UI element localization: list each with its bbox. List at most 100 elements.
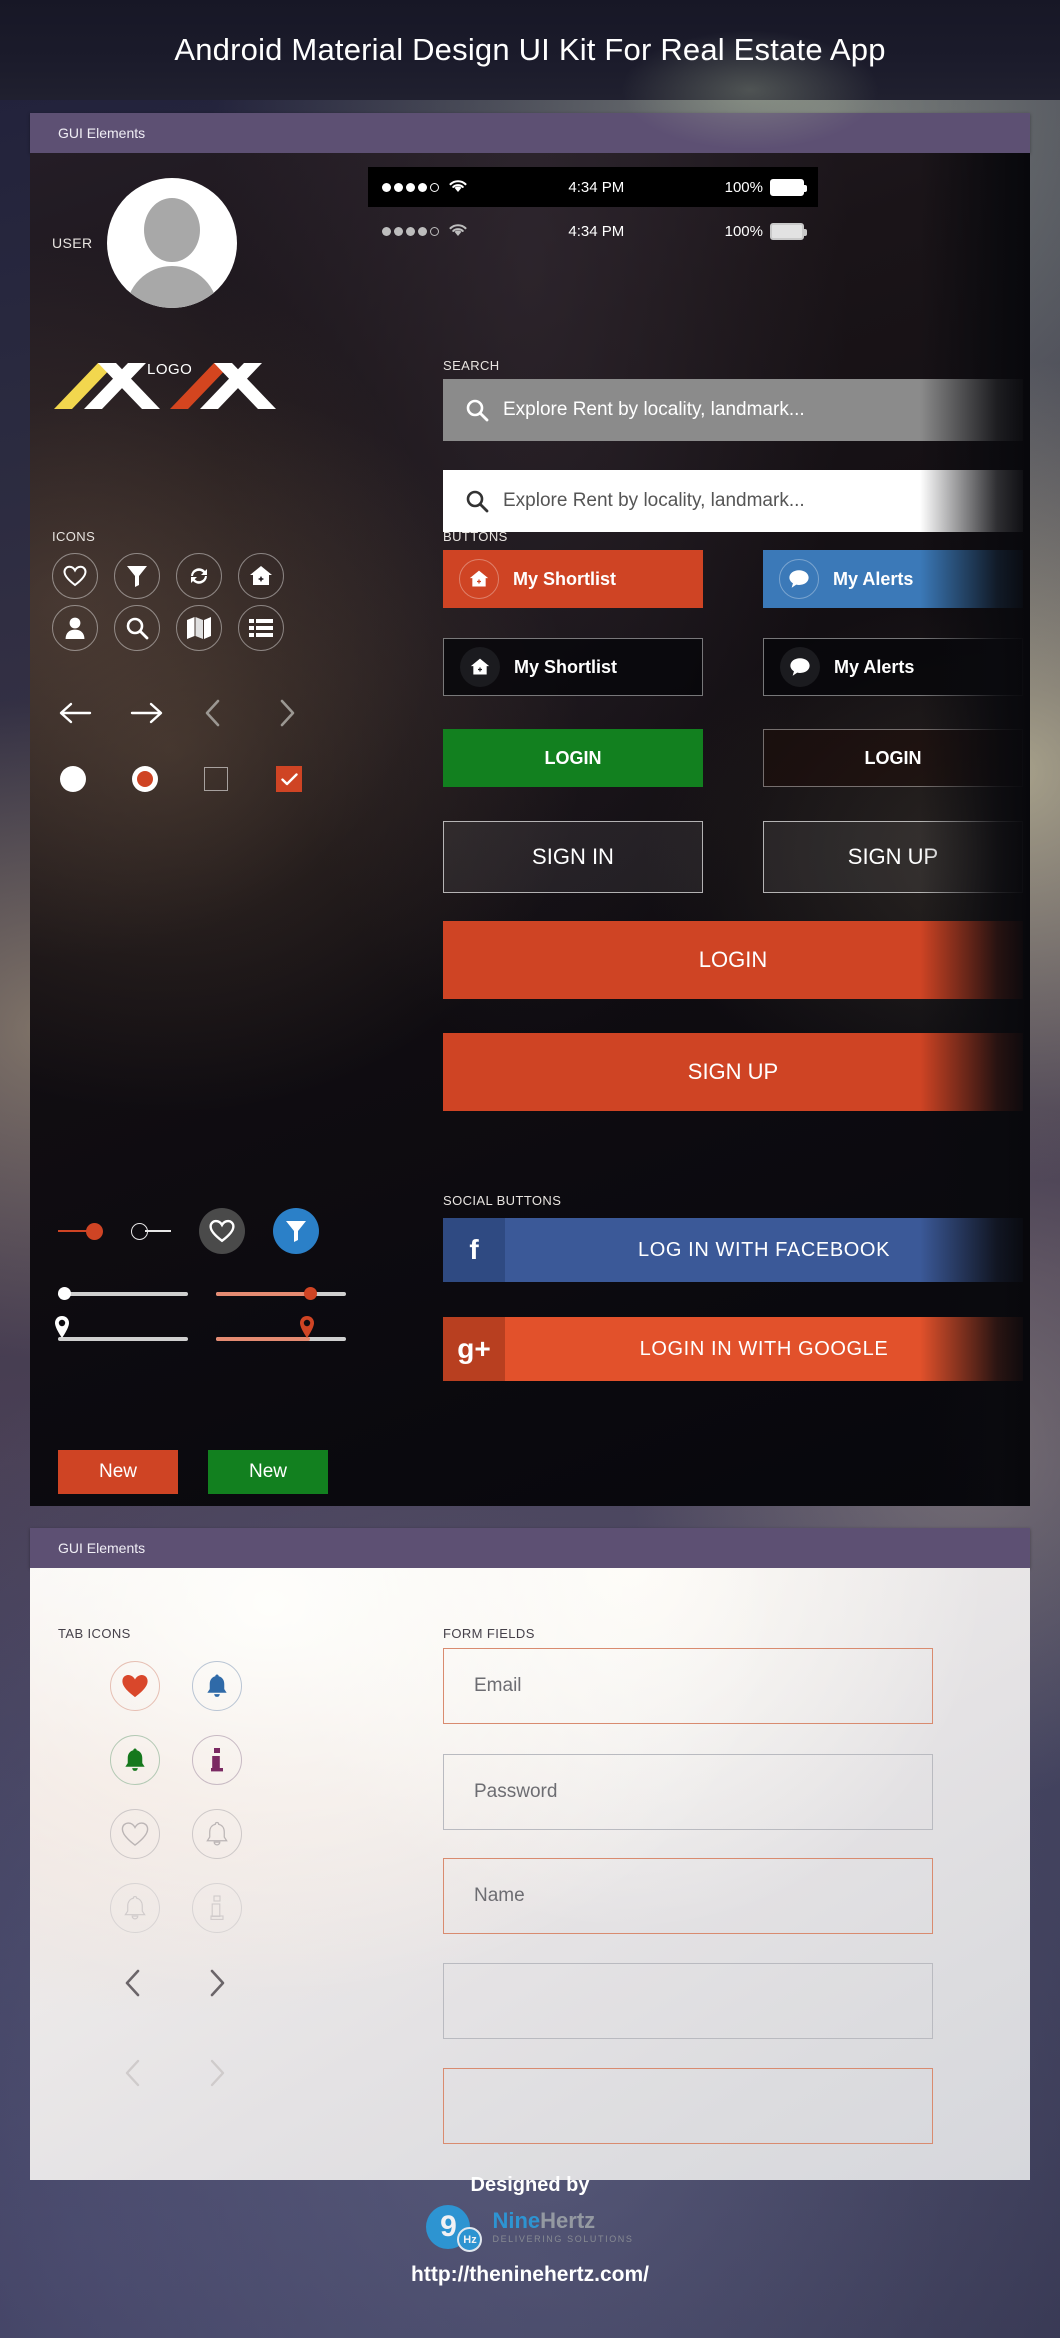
- search-input-grey[interactable]: Explore Rent by locality, landmark...: [443, 379, 1023, 441]
- facebook-icon: f: [443, 1218, 505, 1282]
- slider-white-pin[interactable]: [55, 1315, 188, 1343]
- search-icon[interactable]: [114, 605, 160, 651]
- email-field[interactable]: Email: [443, 1648, 933, 1724]
- sign-up-button-wide[interactable]: SIGN UP: [443, 1033, 1023, 1111]
- radio-unselected[interactable]: [60, 766, 132, 792]
- arrow-left-icon[interactable]: [58, 701, 130, 725]
- ninehertz-mark-text: 9: [440, 2210, 457, 2243]
- slider-orange-dot[interactable]: [216, 1283, 346, 1303]
- heart-fab-grey[interactable]: [199, 1208, 245, 1254]
- panel1-body: USER LOGO ICONS New New 4:34 PM 100% 4:3…: [30, 153, 1030, 1506]
- arrow-right-icon[interactable]: [130, 701, 202, 725]
- chevron-left-icon[interactable]: [202, 698, 274, 728]
- tab-icons-section-label: TAB ICONS: [58, 1626, 131, 1641]
- login-button-green[interactable]: LOGIN: [443, 729, 703, 787]
- my-shortlist-button-outline[interactable]: My Shortlist: [443, 638, 703, 696]
- battery-icon: [770, 178, 807, 196]
- search-section-label: SEARCH: [443, 358, 500, 373]
- refresh-icon[interactable]: [176, 553, 222, 599]
- heart-icon[interactable]: [52, 553, 98, 599]
- my-alerts-label: My Alerts: [833, 568, 914, 589]
- brand-hertz: Hertz: [540, 2208, 596, 2233]
- radio-selected[interactable]: [132, 766, 204, 792]
- avatar-body: [125, 266, 218, 308]
- search-input-white[interactable]: Explore Rent by locality, landmark...: [443, 470, 1023, 532]
- search-placeholder: Explore Rent by locality, landmark...: [503, 490, 805, 511]
- footer: Designed by 9 Hz NineHertz DELIVERING SO…: [0, 2152, 1060, 2338]
- brand-tagline: DELIVERING SOLUTIONS: [492, 2234, 634, 2244]
- bell-icon-blue[interactable]: [192, 1661, 242, 1711]
- my-alerts-button-filled[interactable]: My Alerts: [763, 550, 1023, 608]
- list-icon[interactable]: [238, 605, 284, 651]
- page-title: Android Material Design UI Kit For Real …: [174, 32, 886, 67]
- info-icon-purple[interactable]: [192, 1735, 242, 1785]
- bell-icon-outline[interactable]: [192, 1809, 242, 1859]
- search-icon: [466, 399, 489, 422]
- toggle-off[interactable]: [131, 1222, 171, 1240]
- gui-elements-panel-light: GUI Elements TAB ICONS FORM FIELDS Email…: [30, 1528, 1030, 2180]
- chevron-right-icon[interactable]: [204, 1968, 228, 1998]
- footer-url[interactable]: http://theninehertz.com/: [411, 2263, 649, 2287]
- bell-icon-faint[interactable]: [110, 1883, 160, 1933]
- avatar-head: [143, 198, 200, 262]
- toggle-on[interactable]: [58, 1222, 103, 1240]
- map-icon[interactable]: [176, 605, 222, 651]
- login-button-outline[interactable]: LOGIN: [763, 729, 1023, 787]
- pagination-row-faint: [122, 2058, 228, 2088]
- user-icon[interactable]: [52, 605, 98, 651]
- buttons-section-label: BUTTONS: [443, 529, 508, 544]
- filter-fab-blue[interactable]: [273, 1208, 319, 1254]
- designed-by-label: Designed by: [470, 2174, 590, 2196]
- empty-field-grey[interactable]: [443, 1963, 933, 2039]
- filter-icon[interactable]: [114, 553, 160, 599]
- google-login-button[interactable]: g+ LOGIN IN WITH GOOGLE: [443, 1317, 1023, 1381]
- toggles-row: [58, 1208, 319, 1254]
- heart-icon-red[interactable]: [110, 1661, 160, 1711]
- controls-row: [60, 766, 348, 792]
- slider-white-dot[interactable]: [58, 1283, 188, 1303]
- facebook-login-label: LOG IN WITH FACEBOOK: [637, 1238, 891, 1261]
- heart-icon-outline[interactable]: [110, 1809, 160, 1859]
- logo-label: LOGO: [147, 361, 193, 378]
- arrows-row: [58, 698, 346, 728]
- status-battery-percent: 100%: [724, 222, 763, 240]
- badge-new-orange[interactable]: New: [58, 1450, 178, 1494]
- login-button-wide[interactable]: LOGIN: [443, 921, 1023, 999]
- new-badges-row-1: New New: [58, 1450, 328, 1494]
- icons-row-2: [52, 605, 284, 651]
- add-home-icon[interactable]: [238, 553, 284, 599]
- checkbox-checked[interactable]: [276, 766, 348, 792]
- logo-chevrons-icon: [54, 363, 276, 409]
- chevron-left-icon-faint[interactable]: [122, 2058, 146, 2088]
- badge-new-green[interactable]: New: [208, 1450, 328, 1494]
- checkbox-unchecked[interactable]: [204, 767, 276, 791]
- brand-nine: Nine: [492, 2208, 541, 2233]
- user-block: USER: [52, 178, 237, 308]
- empty-field-orange[interactable]: [443, 2068, 933, 2144]
- info-icon-faint[interactable]: [192, 1883, 242, 1933]
- slider-orange-pin[interactable]: [216, 1315, 346, 1343]
- status-bar-transparent: 4:34 PM 100%: [368, 211, 818, 251]
- facebook-login-button[interactable]: f LOG IN WITH FACEBOOK: [443, 1218, 1023, 1282]
- chevron-right-icon-faint[interactable]: [204, 2058, 228, 2088]
- chat-bubble-icon: [780, 647, 820, 687]
- chevron-left-icon[interactable]: [122, 1968, 146, 1998]
- ninehertz-mark-icon: 9 Hz: [426, 2205, 483, 2252]
- sign-up-button[interactable]: SIGN UP: [763, 821, 1023, 893]
- bell-icon-green[interactable]: [110, 1735, 160, 1785]
- sign-in-button[interactable]: SIGN IN: [443, 821, 703, 893]
- my-alerts-label: My Alerts: [834, 656, 915, 677]
- name-field[interactable]: Name: [443, 1858, 933, 1934]
- sliders-row-2: [55, 1315, 346, 1343]
- chat-bubble-icon: [779, 559, 819, 599]
- my-shortlist-button-filled[interactable]: My Shortlist: [443, 550, 703, 608]
- password-field[interactable]: Password: [443, 1754, 933, 1830]
- my-alerts-button-outline[interactable]: My Alerts: [763, 638, 1023, 696]
- ninehertz-hz-badge: Hz: [457, 2227, 483, 2252]
- chevron-right-icon[interactable]: [274, 698, 346, 728]
- status-bar-dark: 4:34 PM 100%: [368, 167, 818, 207]
- gui-elements-panel-dark: GUI Elements USER LOGO ICONS New New 4:3…: [30, 113, 1030, 1506]
- add-home-icon: [460, 647, 500, 687]
- panel2-header: GUI Elements: [30, 1528, 1030, 1568]
- add-home-icon: [459, 559, 499, 599]
